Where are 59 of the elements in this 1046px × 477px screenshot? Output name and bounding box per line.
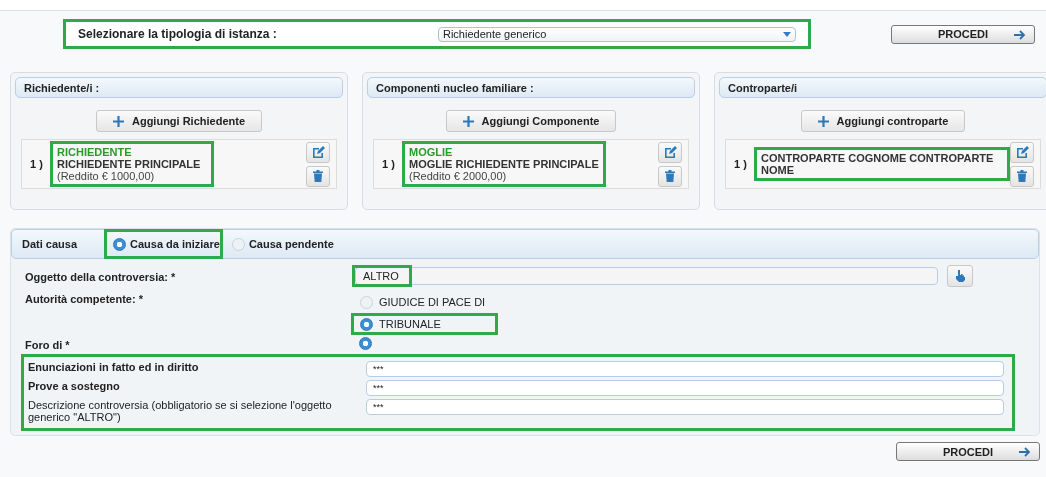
subject-value: ALTRO [363, 270, 399, 282]
arrow-right-icon [1014, 29, 1026, 40]
edit-button[interactable] [658, 141, 682, 163]
item-income: (Reddito € 1000,00) [57, 170, 156, 182]
plus-icon [462, 115, 474, 127]
delete-button[interactable] [658, 165, 682, 187]
field-label: Descrizione controversia (obbligatorio se si selezione l'oggetto generico "ALTRO") [28, 399, 333, 423]
edit-button[interactable] [306, 141, 330, 163]
field-label: Oggetto della controversia: * [25, 270, 177, 283]
radio-label: Causa pendente [248, 238, 334, 250]
arrow-right-icon [1019, 447, 1031, 457]
procedi-button[interactable]: PROCEDI [891, 24, 1035, 44]
instance-type-select[interactable]: Richiedente generico [437, 26, 796, 42]
procedi-button[interactable]: PROCEDI [896, 442, 1040, 461]
item-number: 1 ) [30, 158, 44, 170]
text-field[interactable]: *** [366, 361, 1004, 377]
field-label: Prove a sostegno [28, 380, 121, 392]
add-button[interactable]: Aggiungi Componente [445, 110, 617, 132]
field-label: Autorità competente: * [25, 292, 144, 307]
edit-icon [311, 146, 325, 158]
trash-icon [313, 170, 323, 182]
radio-button[interactable] [359, 337, 372, 350]
item-role: RICHIEDENTE [57, 146, 133, 158]
radio-button[interactable] [113, 237, 126, 251]
trash-icon [665, 170, 675, 182]
pointing-hand-icon [955, 270, 965, 282]
radio-label: TRIBUNALE [379, 318, 441, 330]
edit-icon [663, 146, 677, 158]
instance-type-label: Selezionare la tipologia di istanza : [78, 27, 278, 41]
item-number: 1 ) [382, 158, 396, 170]
cause-title: Dati causa [22, 238, 79, 250]
subject-field[interactable]: ALTRO [355, 267, 938, 285]
item-income: (Reddito € 2000,00) [409, 170, 508, 182]
delete-button[interactable] [306, 165, 330, 187]
pick-button[interactable] [947, 265, 973, 287]
item-number: 1 ) [734, 158, 748, 170]
panel-title: Richiedente/i : [24, 81, 100, 94]
radio-button[interactable] [360, 317, 373, 331]
radio-label: GIUDICE DI PACE DI [379, 296, 486, 308]
field-label: Foro di * [25, 338, 71, 352]
edit-icon [1015, 146, 1029, 158]
panel-title: Controparte/i [728, 81, 798, 94]
plus-icon [112, 115, 124, 127]
panel-title: Componenti nucleo familiare : [376, 81, 534, 94]
add-button[interactable]: Aggiungi controparte [800, 110, 966, 132]
item-name: MOGLIE RICHIEDENTE PRINCIPALE [409, 158, 599, 170]
text-field[interactable]: *** [366, 399, 1004, 415]
item-name: CONTROPARTE COGNOME CONTROPARTE NOME [761, 152, 995, 176]
plus-icon [817, 115, 829, 127]
delete-button[interactable] [1010, 165, 1034, 187]
trash-icon [1017, 170, 1027, 182]
text-field[interactable]: *** [366, 380, 1004, 396]
item-role: MOGLIE [409, 146, 454, 158]
radio-label: Causa da iniziare [130, 238, 220, 250]
item-name: RICHIEDENTE PRINCIPALE [57, 158, 202, 170]
caret-icon [783, 31, 791, 37]
edit-button[interactable] [1010, 141, 1034, 163]
field-label: Enunciazioni in fatto ed in diritto [28, 361, 200, 373]
add-button[interactable]: Aggiungi Richiedente [95, 110, 263, 132]
